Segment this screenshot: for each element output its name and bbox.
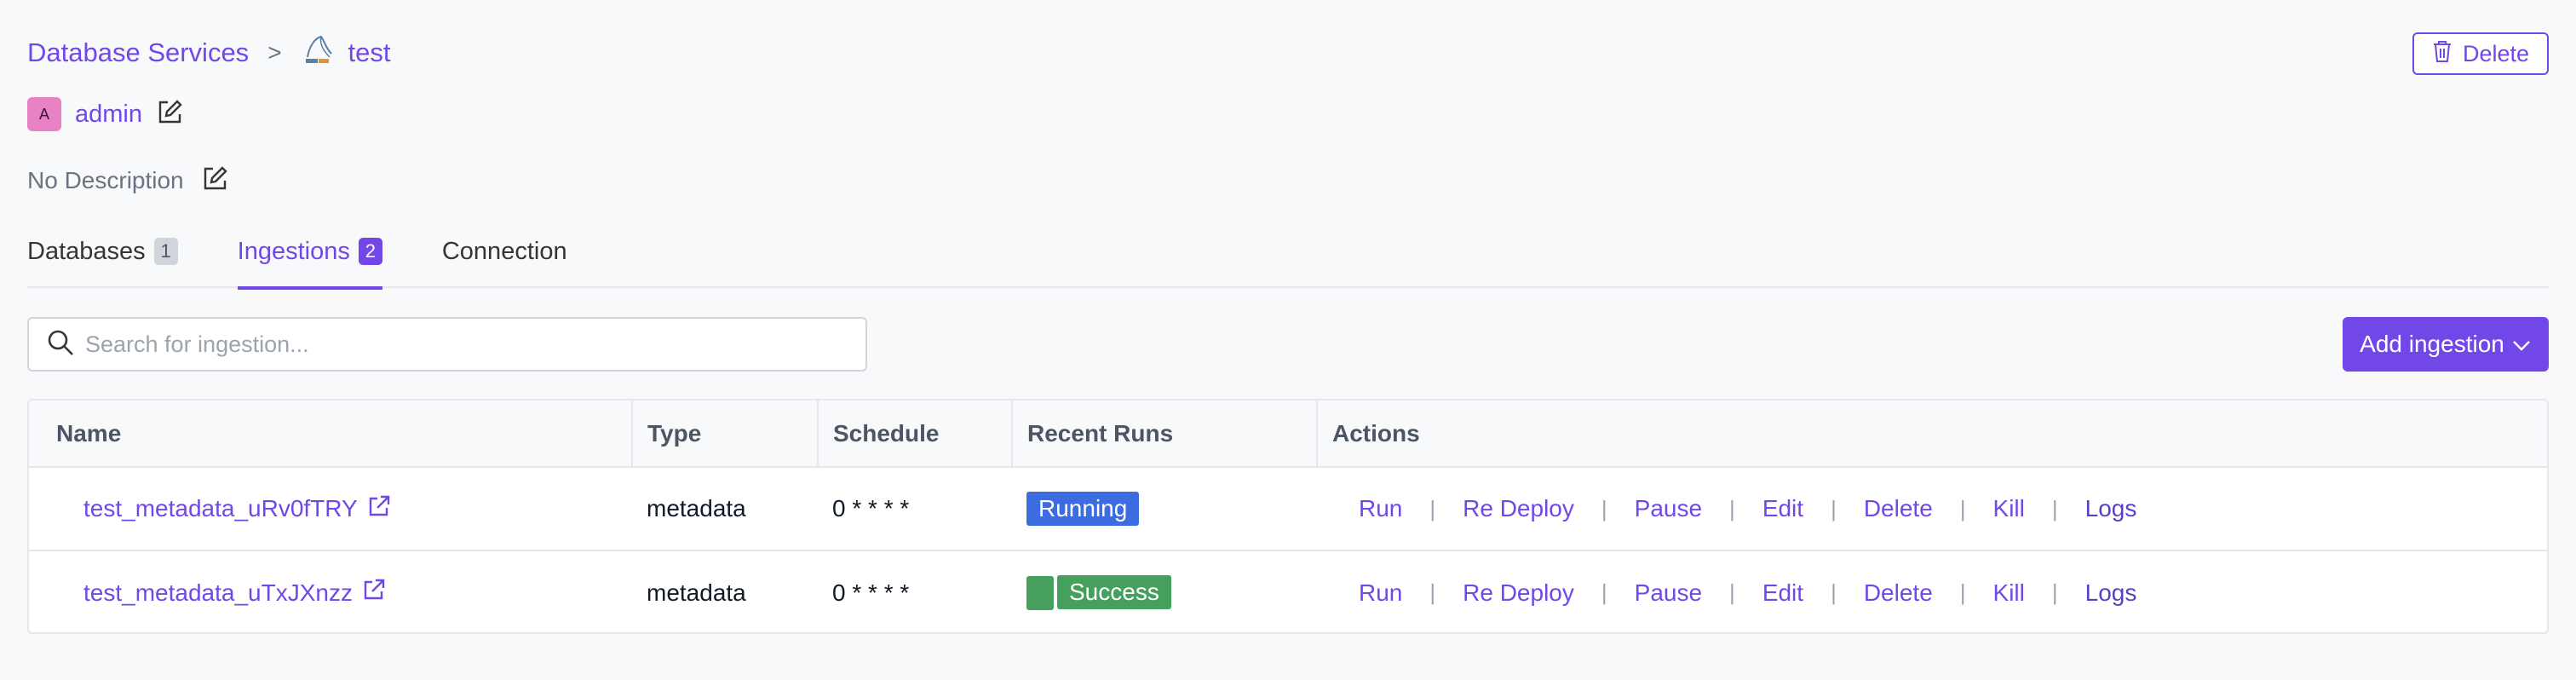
ingestion-name-link[interactable]: test_metadata_uTxJXnzz: [83, 577, 387, 608]
avatar: A: [27, 97, 61, 131]
delete-service-button[interactable]: Delete: [2412, 32, 2549, 75]
breadcrumb: Database Services > test: [27, 34, 391, 72]
tab-ingestions[interactable]: Ingestions 2: [237, 223, 383, 290]
column-header-schedule: Schedule: [818, 401, 1013, 468]
edit-action[interactable]: Edit: [1762, 495, 1803, 522]
row-actions: Run | Re Deploy | Pause | Edit | Delete …: [1331, 579, 2547, 607]
action-separator: |: [1429, 579, 1436, 605]
tab-databases[interactable]: Databases 1: [27, 223, 178, 288]
ingestion-name: test_metadata_uTxJXnzz: [83, 579, 353, 606]
status-badge[interactable]: Running: [1026, 492, 1140, 526]
ingestion-name-link[interactable]: test_metadata_uRv0fTRY: [83, 493, 392, 525]
external-link-icon: [361, 577, 387, 608]
column-header-type: Type: [632, 401, 819, 468]
external-link-icon: [366, 493, 392, 525]
breadcrumb-separator: >: [267, 39, 282, 66]
pause-action[interactable]: Pause: [1635, 495, 1702, 522]
table-header-row: Name Type Schedule Recent Runs Actions: [29, 401, 2547, 468]
ingestion-type: metadata: [647, 495, 746, 522]
delete-action[interactable]: Delete: [1864, 495, 1933, 522]
owner-row: A admin: [27, 97, 183, 131]
run-action[interactable]: Run: [1359, 579, 1402, 607]
breadcrumb-service: test: [301, 32, 391, 74]
table-row: test_metadata_uRv0fTRY metadata 0 * * * …: [29, 467, 2547, 550]
action-separator: |: [2051, 495, 2058, 522]
chevron-down-icon: [2511, 331, 2532, 358]
edit-description-icon[interactable]: [201, 165, 228, 197]
ingestion-name: test_metadata_uRv0fTRY: [83, 495, 358, 522]
tab-bar: Databases 1 Ingestions 2 Connection: [27, 223, 2549, 290]
mysql-logo-icon: [301, 32, 336, 74]
run-action[interactable]: Run: [1359, 495, 1402, 522]
search-icon: [46, 328, 75, 361]
search-input[interactable]: [85, 331, 835, 358]
ingestion-table: Name Type Schedule Recent Runs Actions t…: [27, 399, 2549, 634]
table-row: test_metadata_uTxJXnzz metadata 0 * * * …: [29, 550, 2547, 632]
breadcrumb-database-services[interactable]: Database Services: [27, 37, 249, 68]
action-separator: |: [1959, 579, 1966, 605]
tab-connection-label: Connection: [441, 237, 567, 265]
breadcrumb-service-name[interactable]: test: [348, 37, 391, 68]
edit-action[interactable]: Edit: [1762, 579, 1803, 607]
action-separator: |: [2051, 579, 2058, 605]
tab-ingestions-count: 2: [358, 238, 382, 265]
action-separator: |: [1601, 579, 1607, 605]
pause-action[interactable]: Pause: [1635, 579, 1702, 607]
status-badge[interactable]: Success: [1057, 574, 1171, 609]
action-separator: |: [1429, 495, 1436, 522]
column-header-recent-runs: Recent Runs: [1012, 401, 1318, 468]
search-box: [27, 317, 867, 372]
trash-icon: [2432, 39, 2452, 69]
owner-name[interactable]: admin: [75, 101, 142, 129]
kill-action[interactable]: Kill: [1993, 579, 2025, 607]
action-separator: |: [1729, 495, 1735, 522]
tab-connection[interactable]: Connection: [442, 223, 567, 288]
redeploy-action[interactable]: Re Deploy: [1463, 579, 1574, 607]
action-separator: |: [1831, 495, 1837, 522]
add-ingestion-label: Add ingestion: [2360, 331, 2504, 357]
column-header-actions: Actions: [1317, 401, 2547, 468]
redeploy-action[interactable]: Re Deploy: [1463, 495, 1574, 522]
action-separator: |: [1831, 579, 1837, 605]
logs-action[interactable]: Logs: [2085, 495, 2137, 522]
kill-action[interactable]: Kill: [1993, 495, 2025, 522]
column-header-name: Name: [29, 401, 633, 468]
ingestion-schedule: 0 * * * *: [818, 550, 1012, 632]
tab-databases-count: 1: [153, 238, 178, 265]
tab-databases-label: Databases: [27, 237, 146, 265]
action-separator: |: [1959, 495, 1966, 522]
delete-service-label: Delete: [2462, 40, 2530, 66]
action-separator: |: [1729, 579, 1735, 605]
add-ingestion-button[interactable]: Add ingestion: [2343, 317, 2549, 372]
delete-action[interactable]: Delete: [1864, 579, 1933, 607]
description-text: No Description: [27, 167, 184, 193]
action-separator: |: [1601, 495, 1607, 522]
ingestion-schedule: 0 * * * *: [832, 495, 910, 522]
previous-run-indicator[interactable]: [1026, 576, 1054, 611]
edit-owner-icon[interactable]: [156, 99, 183, 130]
description-row: No Description: [27, 164, 228, 198]
tab-ingestions-label: Ingestions: [237, 237, 350, 265]
logs-action[interactable]: Logs: [2085, 579, 2137, 607]
row-actions: Run | Re Deploy | Pause | Edit | Delete …: [1331, 495, 2547, 522]
ingestion-type: metadata: [632, 550, 818, 632]
